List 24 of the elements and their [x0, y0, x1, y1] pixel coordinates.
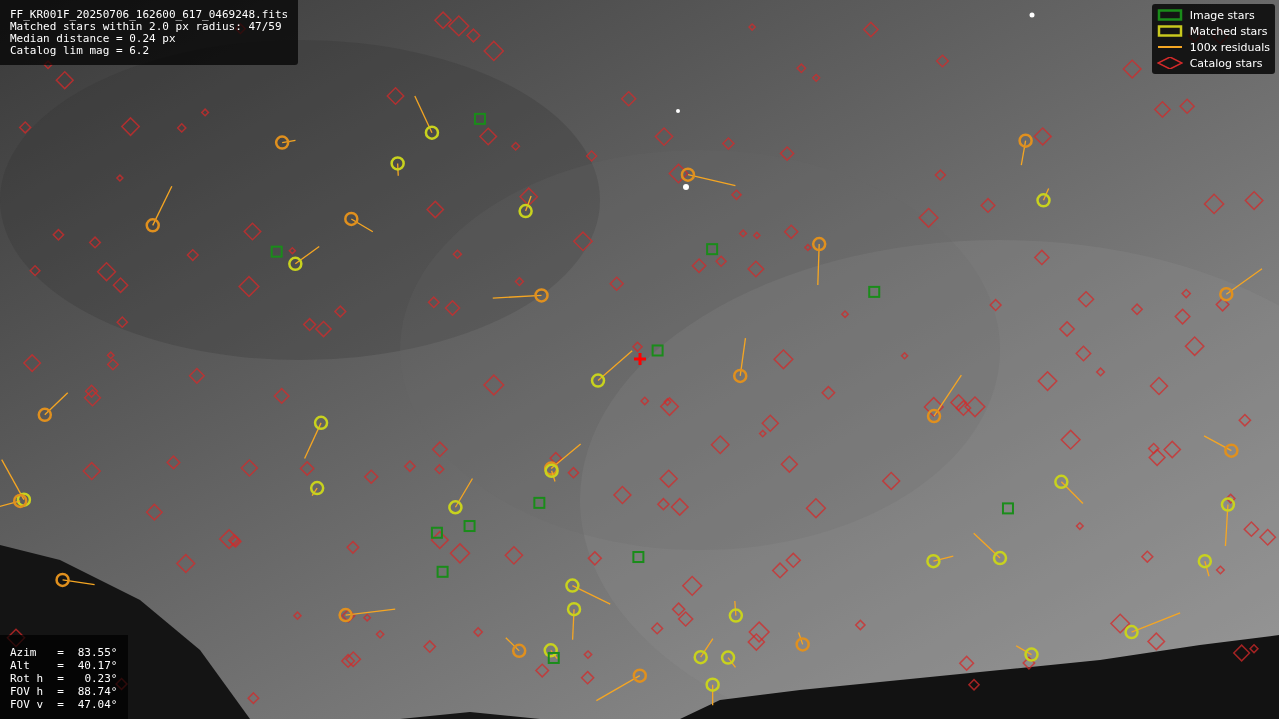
pointing-value: 83.55°: [77, 647, 118, 659]
legend-label: Image stars: [1189, 8, 1255, 22]
pointing-value: 0.23°: [83, 673, 118, 685]
equals-sign: =: [57, 673, 64, 685]
info-text: Median distance = 0.24 px: [10, 33, 177, 45]
pointing-value: 47.04°: [77, 699, 118, 711]
pointing-value: 88.74°: [77, 686, 118, 698]
pointing-label: Alt: [10, 660, 31, 672]
equals-sign: =: [57, 660, 64, 672]
equals-sign: =: [57, 686, 64, 698]
info-text: FF_KR001F_20250706_162600_617_0469248.fits: [10, 9, 289, 21]
info-text: Catalog lim mag = 6.2: [10, 45, 151, 57]
info-text: Matched stars within 2.0 px radius: 47/59: [10, 21, 282, 33]
pointing-label: Rot h: [10, 673, 44, 685]
legend-label: Matched stars: [1189, 24, 1268, 38]
legend-label: Catalog stars: [1189, 56, 1263, 70]
plus-icon: [634, 353, 646, 365]
equals-sign: =: [57, 699, 64, 711]
pointing-label: FOV v: [10, 699, 44, 711]
pointing-label: Azim: [10, 647, 38, 659]
pointing-label: FOV h: [10, 686, 44, 698]
legend-label: 100x residuals: [1189, 40, 1270, 54]
equals-sign: =: [57, 647, 64, 659]
pointing-value: 40.17°: [77, 660, 118, 672]
